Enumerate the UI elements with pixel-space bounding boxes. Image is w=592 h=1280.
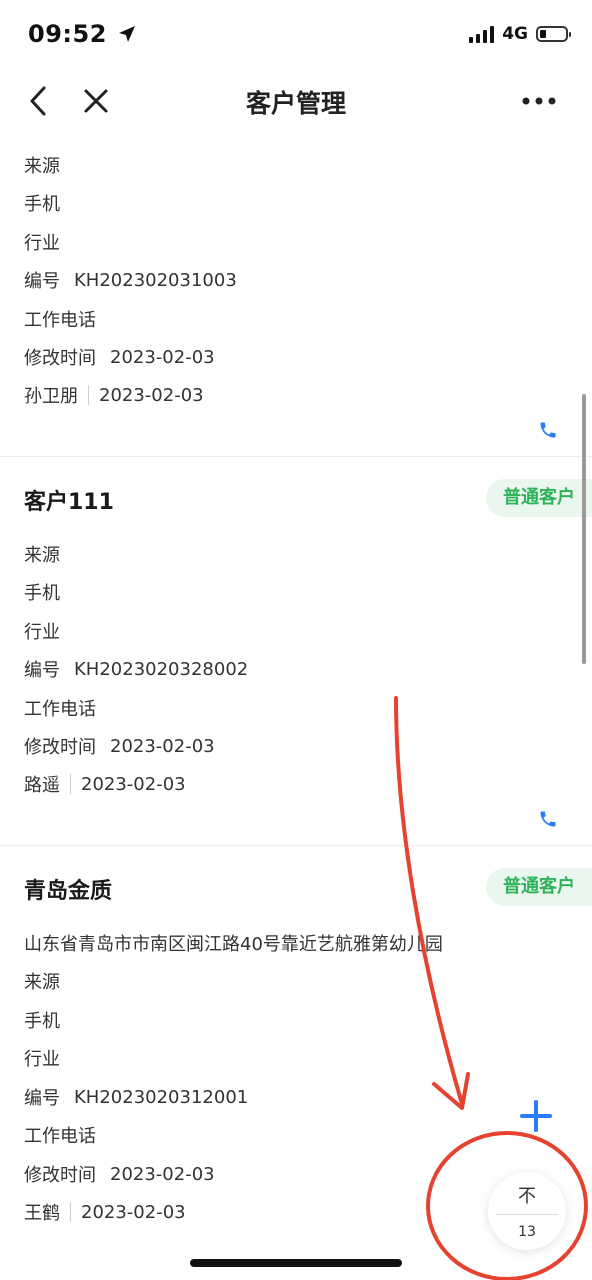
nav-bar: 客户管理: [0, 70, 592, 132]
field-mobile: 手机: [24, 194, 60, 215]
field-modified: 修改时间 2023-02-03: [24, 1163, 215, 1187]
back-to-top-label: 不: [518, 1186, 536, 1207]
field-source: 来源: [24, 156, 60, 177]
field-modified: 修改时间 2023-02-03: [24, 346, 215, 370]
customer-name: 客户111: [24, 490, 114, 515]
field-industry: 行业: [24, 233, 60, 254]
floating-widget[interactable]: 不 13: [488, 1172, 566, 1250]
more-button[interactable]: [514, 70, 564, 132]
add-button[interactable]: [516, 1096, 556, 1136]
field-work-phone: 工作电话: [24, 699, 96, 720]
customer-type-badge: 普通客户: [486, 479, 592, 517]
phone-icon[interactable]: [538, 809, 558, 829]
customer-card[interactable]: 客户111 普通客户 来源 手机 行业 编号 KH2023020328002 工作…: [0, 456, 592, 846]
field-code: 编号 KH2023020312001: [24, 1086, 249, 1110]
scrollbar[interactable]: [582, 394, 586, 664]
widget-divider: [496, 1214, 558, 1215]
customer-name: 青岛金质: [24, 879, 113, 904]
field-work-phone: 工作电话: [24, 310, 96, 331]
customer-type-badge: 普通客户: [486, 868, 592, 906]
home-indicator: [190, 1259, 402, 1267]
customer-list: 来源 手机 行业 编号 KH202302031003 工作电话 修改时间 2023-…: [0, 132, 592, 1280]
field-industry: 行业: [24, 1049, 60, 1070]
plus-icon: [520, 1100, 552, 1132]
record-count: 13: [518, 1224, 536, 1240]
more-icon: [522, 97, 556, 105]
phone-icon[interactable]: [538, 420, 558, 440]
signal-icon: [469, 25, 495, 43]
page-title: 客户管理: [245, 89, 346, 118]
field-address: 山东省青岛市市南区闽江路40号靠近艺航雅第幼儿园: [24, 934, 443, 955]
field-mobile: 手机: [24, 583, 60, 604]
field-modified: 修改时间 2023-02-03: [24, 735, 215, 759]
field-industry: 行业: [24, 622, 60, 643]
field-source: 来源: [24, 972, 60, 993]
field-source: 来源: [24, 545, 60, 566]
customer-card[interactable]: 来源 手机 行业 编号 KH202302031003 工作电话 修改时间 2023-…: [0, 132, 592, 457]
location-arrow-icon: [118, 26, 135, 42]
network-type: 4G: [502, 24, 528, 44]
field-owner: 路遥 2023-02-03: [24, 773, 186, 797]
status-time: 09:52: [28, 20, 136, 48]
field-work-phone: 工作电话: [24, 1126, 96, 1147]
field-code: 编号 KH2023020328002: [24, 658, 249, 682]
battery-icon: [536, 26, 571, 42]
field-mobile: 手机: [24, 1011, 60, 1032]
field-code: 编号 KH202302031003: [24, 269, 237, 293]
status-right: 4G: [469, 24, 571, 44]
field-owner: 王鹤 2023-02-03: [24, 1201, 186, 1225]
field-owner: 孙卫朋 2023-02-03: [24, 384, 204, 408]
status-bar: 09:52 4G: [0, 0, 592, 70]
